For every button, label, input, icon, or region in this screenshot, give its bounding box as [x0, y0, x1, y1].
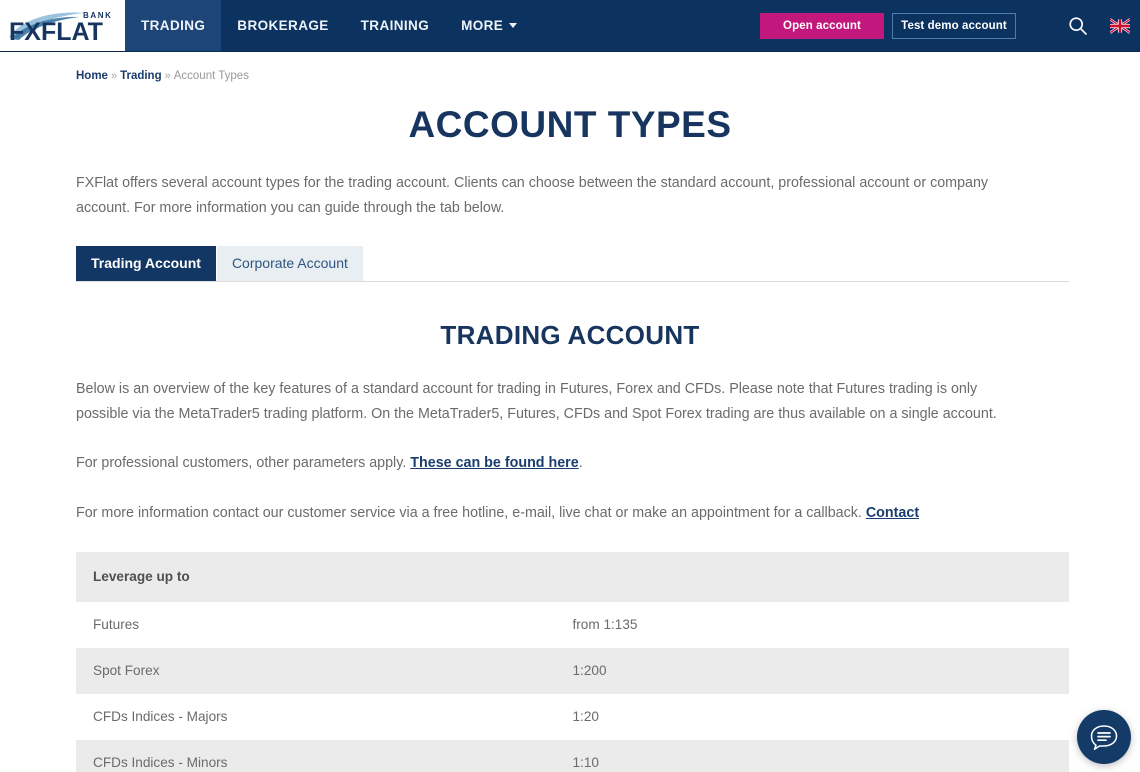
header-actions: Open account Test demo account: [760, 0, 1140, 51]
table-row: Futures from 1:135: [76, 601, 1069, 648]
leverage-table: Leverage up to Futures from 1:135 Spot F…: [76, 551, 1069, 772]
row-value: from 1:135: [572, 601, 1069, 648]
paragraph-2-suffix: .: [578, 454, 583, 471]
section-paragraph-1: Below is an overview of the key features…: [76, 380, 997, 422]
table-header-row: Leverage up to: [76, 551, 1069, 602]
row-label: Futures: [76, 601, 573, 648]
section-title: TRADING ACCOUNT: [440, 319, 700, 350]
uk-flag-icon[interactable]: [1110, 17, 1130, 34]
tab-trading-account[interactable]: Trading Account: [76, 245, 216, 281]
paragraph-3-text: For more information contact our custome…: [76, 504, 866, 521]
site-header: FXFLAT BANK TRADING BROKERAGE TRAINING M…: [0, 0, 1140, 52]
breadcrumb-item-trading[interactable]: Trading: [120, 70, 162, 82]
nav-item-label: TRADING: [141, 18, 206, 33]
professional-parameters-link[interactable]: These can be found here: [410, 455, 578, 471]
nav-item-training[interactable]: TRAINING: [345, 0, 445, 51]
paragraph-2-text: For professional customers, other parame…: [76, 454, 411, 471]
row-value: 1:200: [572, 647, 1069, 694]
svg-text:FXFLAT: FXFLAT: [9, 18, 103, 46]
nav-item-label: MORE: [461, 18, 504, 33]
section-paragraph-2: For professional customers, other parame…: [76, 451, 1011, 476]
leverage-table-body: Futures from 1:135 Spot Forex 1:200 CFDs…: [76, 601, 1069, 772]
breadcrumb-item-home[interactable]: Home: [76, 70, 108, 82]
section-paragraph-3: For more information contact our custome…: [76, 501, 1011, 526]
table-row: Spot Forex 1:200: [76, 647, 1069, 694]
leverage-table-head: Leverage up to: [76, 551, 1069, 602]
test-demo-account-button[interactable]: Test demo account: [892, 12, 1016, 39]
open-account-button[interactable]: Open account: [760, 12, 884, 39]
breadcrumb: Home» Trading» Account Types: [0, 52, 1140, 83]
live-chat-button[interactable]: [1077, 710, 1131, 764]
tab-corporate-account[interactable]: Corporate Account: [215, 245, 363, 281]
row-value: 1:10: [572, 739, 1069, 772]
chat-bubble-icon: [1090, 725, 1118, 750]
table-row: CFDs Indices - Minors 1:10: [76, 739, 1069, 772]
contact-link[interactable]: Contact: [866, 505, 919, 521]
table-row: CFDs Indices - Majors 1:20: [76, 693, 1069, 740]
page-title: ACCOUNT TYPES: [408, 103, 732, 145]
chevron-down-icon: [509, 23, 518, 28]
nav-item-trading[interactable]: TRADING: [125, 0, 222, 51]
nav-item-brokerage[interactable]: BROKERAGE: [221, 0, 344, 51]
breadcrumb-item-current: Account Types: [173, 70, 249, 82]
row-value: 1:20: [572, 693, 1069, 740]
svg-text:BANK: BANK: [83, 11, 113, 20]
breadcrumb-separator: »: [164, 70, 171, 82]
page-content: FXFlat offers several account types for …: [0, 171, 1140, 772]
row-label: CFDs Indices - Minors: [76, 739, 573, 772]
nav-item-more[interactable]: MORE: [445, 0, 533, 51]
row-label: CFDs Indices - Majors: [76, 693, 573, 740]
nav-item-label: BROKERAGE: [237, 18, 329, 33]
search-icon[interactable]: [1068, 16, 1088, 36]
account-type-tabs: Trading Account Corporate Account: [76, 245, 1069, 282]
intro-paragraph: FXFlat offers several account types for …: [76, 174, 989, 216]
row-label: Spot Forex: [76, 647, 573, 694]
fxflat-bank-logo-icon: FXFLAT BANK: [8, 11, 113, 46]
leverage-table-header: Leverage up to: [76, 551, 1069, 602]
main-nav: TRADING BROKERAGE TRAINING MORE: [125, 0, 533, 51]
breadcrumb-separator: »: [110, 70, 118, 82]
page-wrapper: FXFLAT BANK TRADING BROKERAGE TRAINING M…: [0, 0, 1140, 772]
logo[interactable]: FXFLAT BANK: [0, 0, 125, 51]
nav-item-label: TRAINING: [360, 18, 430, 33]
